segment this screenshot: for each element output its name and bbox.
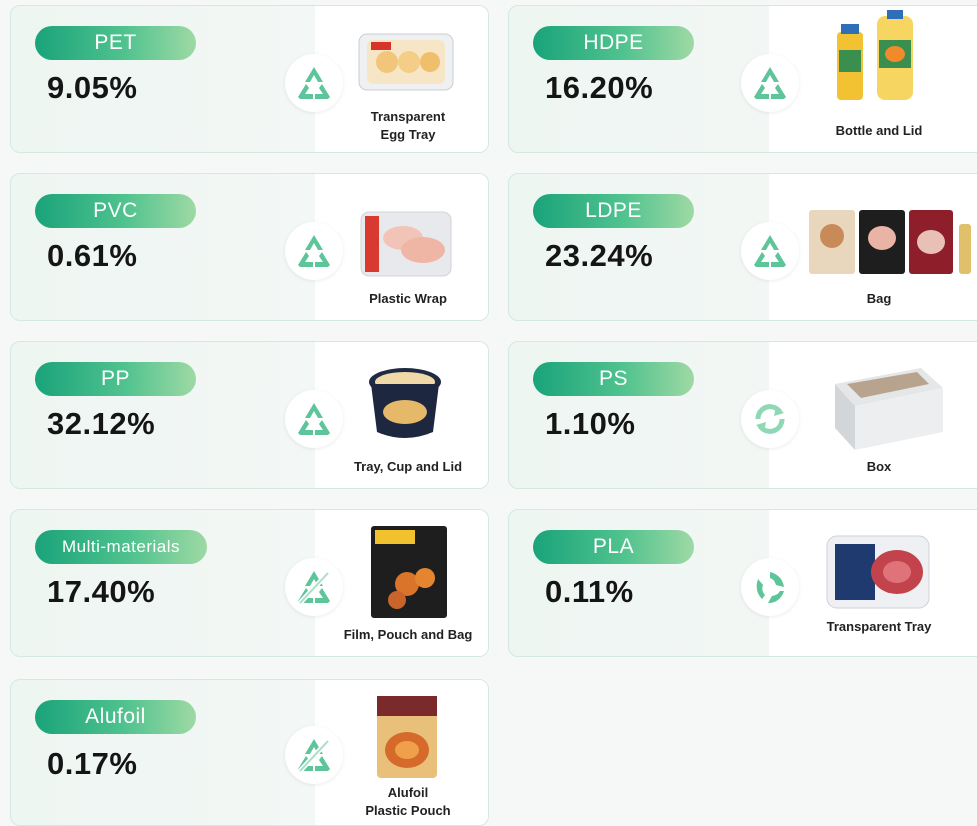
material-card-alufoil: Alufoil 0.17% Alufoil Plastic Pouch	[10, 679, 489, 826]
percentage: 23.24%	[545, 238, 654, 273]
percentage: 9.05%	[47, 70, 138, 105]
material-pill: PS	[533, 362, 694, 396]
recycle-triangle-icon	[285, 54, 343, 112]
foam-box-image	[825, 364, 949, 459]
material-pill: HDPE	[533, 26, 694, 60]
product-caption: Plastic Wrap	[369, 291, 447, 306]
product-caption: Film, Pouch and Bag	[343, 627, 473, 642]
material-pill: Multi-materials	[35, 530, 207, 564]
meat-tray-image	[825, 532, 931, 617]
percentage: 0.11%	[545, 574, 634, 609]
non-recyclable-icon	[285, 726, 343, 784]
material-card-pla: PLA 0.11% Transparent Tray	[508, 509, 977, 657]
bottle-image	[833, 10, 919, 107]
percentage: 16.20%	[545, 70, 654, 105]
product-caption: Alufoil Plastic Pouch	[365, 785, 451, 818]
material-pill: LDPE	[533, 194, 694, 228]
egg-tray-image	[357, 30, 455, 99]
material-card-hdpe: HDPE 16.20% Bottle and Lid	[508, 5, 977, 153]
product-caption: Bag	[866, 291, 892, 306]
material-card-ldpe: LDPE 23.24% Bag	[508, 173, 977, 321]
product-caption: Tray, Cup and Lid	[353, 459, 463, 474]
product-caption: Box	[866, 459, 892, 474]
material-pill: PVC	[35, 194, 196, 228]
recycle-triangle-icon	[285, 222, 343, 280]
alufoil-pouch-image	[375, 694, 439, 785]
material-card-multi-materials: Multi-materials 17.40% Film, Pouch and B…	[10, 509, 489, 657]
recycle-triangle-icon	[285, 390, 343, 448]
compost-icon	[741, 558, 799, 616]
material-pill: Alufoil	[35, 700, 196, 734]
recycle-triangle-icon	[741, 222, 799, 280]
rotate-arrows-icon	[741, 390, 799, 448]
plastic-wrap-image	[357, 208, 455, 285]
material-pill: PLA	[533, 530, 694, 564]
material-card-pvc: PVC 0.61% Plastic Wrap	[10, 173, 489, 321]
material-pill: PET	[35, 26, 196, 60]
percentage: 0.17%	[47, 746, 138, 781]
pouch-image	[369, 524, 449, 625]
percentage: 32.12%	[47, 406, 156, 441]
product-caption: Transparent Egg Tray	[370, 109, 446, 142]
percentage: 0.61%	[47, 238, 138, 273]
recycle-triangle-icon	[741, 54, 799, 112]
product-caption: Bottle and Lid	[835, 123, 923, 138]
percentage: 17.40%	[47, 574, 156, 609]
material-card-pp: PP 32.12% Tray, Cup and Lid	[10, 341, 489, 489]
non-recyclable-icon	[285, 558, 343, 616]
material-pill: PP	[35, 362, 196, 396]
material-card-ps: PS 1.10% Box	[508, 341, 977, 489]
cup-image	[365, 364, 445, 449]
percentage: 1.10%	[545, 406, 636, 441]
product-caption: Transparent Tray	[826, 619, 932, 634]
bag-image	[807, 206, 975, 283]
material-card-pet: PET 9.05% Transparent Egg Tray	[10, 5, 489, 153]
